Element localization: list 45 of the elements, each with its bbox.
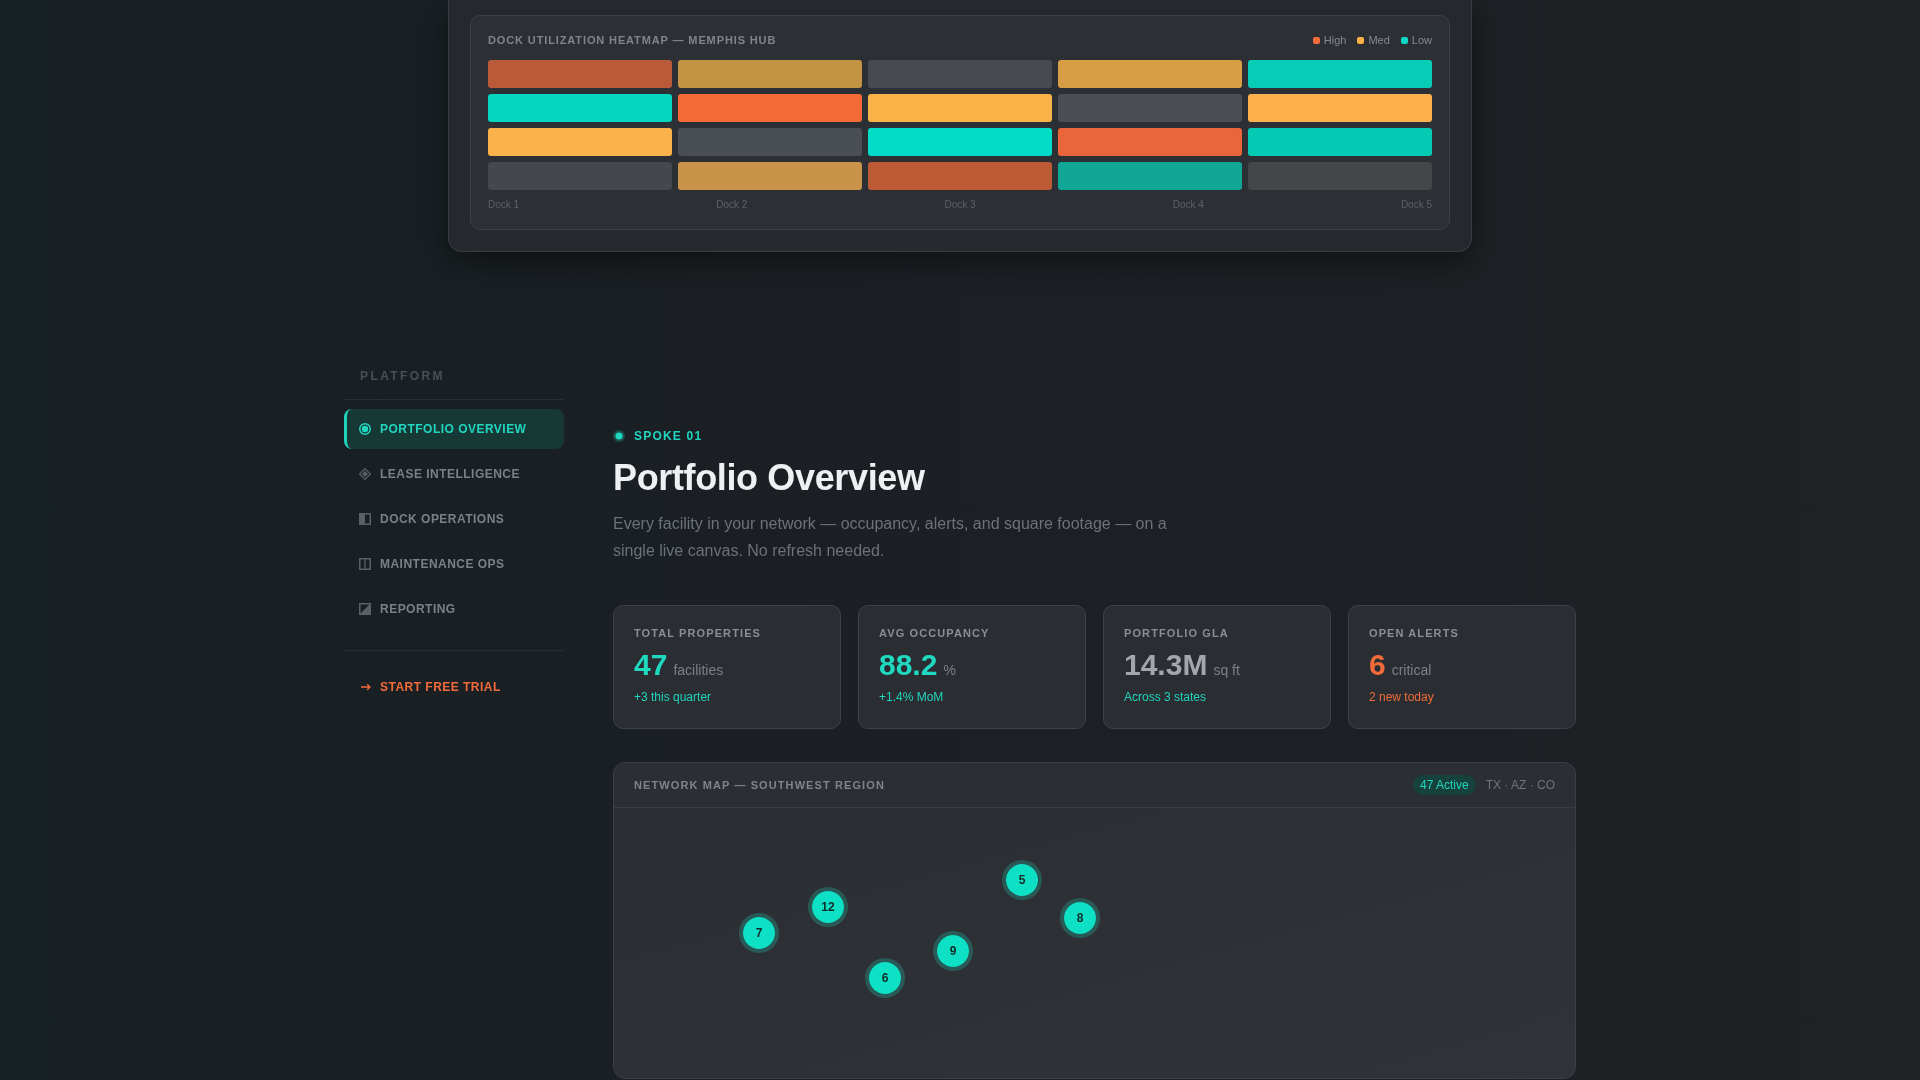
- legend-label: Low: [1411, 33, 1432, 47]
- circle-dot-icon: [359, 423, 371, 435]
- region-label: TX · AZ · CO: [1485, 777, 1555, 793]
- stat-change: +3 this quarter: [634, 689, 713, 705]
- eyebrow-label: SPOKE 01: [634, 428, 703, 444]
- stat-value: 47: [634, 647, 668, 683]
- stat-value: 6: [1369, 647, 1386, 683]
- stat-unit: %: [943, 661, 956, 679]
- diagonal-square-icon: [359, 603, 371, 615]
- page-description: Every facility in your network — occupancy, alerts, and square footage — on a single live canvas. No refresh needed.: [613, 514, 1168, 561]
- map-marker[interactable]: 9: [933, 931, 973, 971]
- half-filled-square-icon: [359, 513, 371, 525]
- stat-label: OPEN ALERTS: [1369, 626, 1460, 641]
- arrow-right-icon: [361, 683, 371, 691]
- split-square-icon: [359, 558, 371, 570]
- stat-label: AVG OCCUPANCY: [879, 626, 991, 641]
- stat-label: TOTAL PROPERTIES: [634, 626, 762, 641]
- nav-item[interactable]: DOCK OPERATIONS: [344, 499, 564, 539]
- map-title: NETWORK MAP — SOUTHWEST REGION: [634, 778, 885, 793]
- stat-unit: critical: [1391, 661, 1432, 679]
- map-marker[interactable]: 6: [865, 958, 905, 998]
- legend-label: High: [1323, 33, 1347, 47]
- nav-item[interactable]: PORTFOLIO OVERVIEW: [344, 409, 564, 449]
- active-badge: 47 Active: [1412, 775, 1476, 795]
- stat-change: +1.4% MoM: [879, 689, 945, 705]
- legend-label: Med: [1368, 33, 1390, 47]
- stat-value: 88.2: [879, 647, 938, 683]
- diamond-icon: [359, 468, 371, 480]
- nav-item[interactable]: LEASE INTELLIGENCE: [344, 454, 564, 494]
- stat-change: 2 new today: [1369, 689, 1435, 705]
- stat-change: Across 3 states: [1124, 689, 1208, 705]
- stat-unit: sq ft: [1213, 661, 1240, 679]
- map-marker[interactable]: 7: [739, 913, 779, 953]
- nav-item[interactable]: REPORTING: [344, 589, 564, 629]
- nav-item[interactable]: MAINTENANCE OPS: [344, 544, 564, 584]
- map-marker[interactable]: 5: [1002, 860, 1042, 900]
- map-marker[interactable]: 12: [808, 887, 848, 927]
- stat-value: 14.3M: [1124, 647, 1208, 683]
- status-dot-icon: [613, 430, 625, 442]
- trial-link[interactable]: START FREE TRIAL: [344, 667, 564, 707]
- stat-unit: facilities: [673, 661, 724, 679]
- page-title: Portfolio Overview: [613, 456, 926, 500]
- heatmap-title: DOCK UTILIZATION HEATMAP — MEMPHIS HUB: [488, 33, 777, 48]
- map-marker[interactable]: 8: [1060, 898, 1100, 938]
- stat-label: PORTFOLIO GLA: [1124, 626, 1230, 641]
